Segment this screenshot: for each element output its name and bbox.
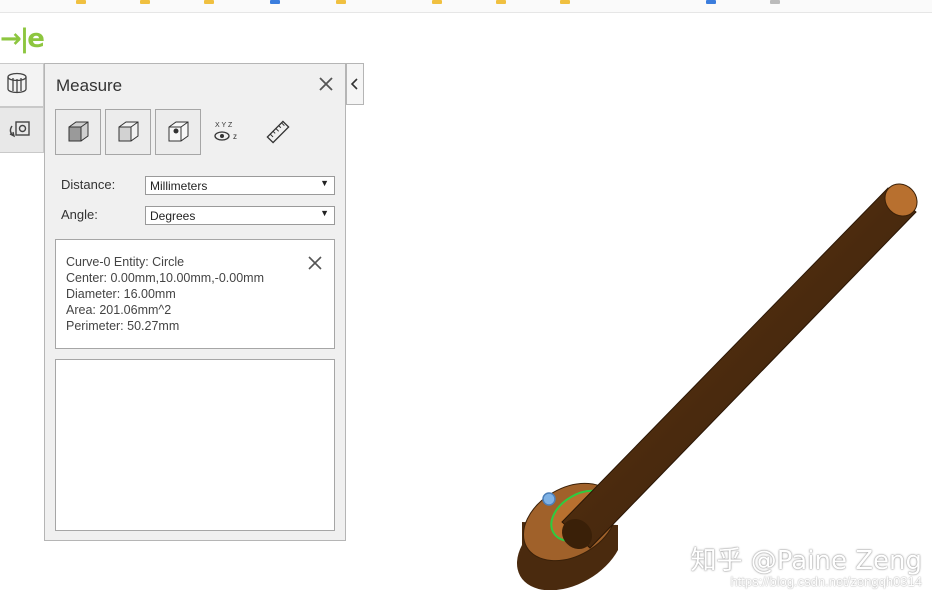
result-center: Center: 0.00mm,10.00mm,-0.00mm <box>66 271 264 285</box>
ruler-icon <box>266 120 290 144</box>
result-entity: Curve-0 Entity: Circle <box>66 255 185 269</box>
bookmark-bar <box>0 0 932 13</box>
bookmark-icon[interactable] <box>496 0 506 4</box>
measure-history-box <box>55 359 335 531</box>
bookmark-icon[interactable] <box>706 0 716 4</box>
angle-unit-value: Degrees <box>150 209 196 223</box>
measure-point-marker[interactable] <box>542 492 556 506</box>
app-logo: →|e <box>0 24 45 54</box>
result-area: Area: 201.06mm^2 <box>66 303 172 317</box>
show-xyz-button[interactable]: X Y Z z <box>205 109 251 155</box>
bookmark-icon[interactable] <box>432 0 442 4</box>
ruler-button[interactable] <box>255 109 301 155</box>
distance-label: Distance: <box>61 177 116 192</box>
bookmark-icon[interactable] <box>76 0 86 4</box>
measure-face-button[interactable] <box>105 109 151 155</box>
close-icon[interactable] <box>318 76 334 92</box>
result-diameter: Diameter: 16.00mm <box>66 287 176 301</box>
distance-unit-select[interactable]: Millimeters ▼ <box>145 176 335 195</box>
angle-unit-select[interactable]: Degrees ▼ <box>145 206 335 225</box>
dropdown-arrow-icon: ▼ <box>320 178 329 188</box>
clear-result-icon[interactable] <box>308 256 322 275</box>
collapse-panel-button[interactable] <box>346 63 364 105</box>
views-tab[interactable] <box>0 107 44 153</box>
bookmark-icon[interactable] <box>560 0 570 4</box>
angle-label: Angle: <box>61 207 98 222</box>
bookmark-icon[interactable] <box>336 0 346 4</box>
panel-title: Measure <box>56 76 123 95</box>
measure-vertex-button[interactable] <box>155 109 201 155</box>
watermark-url: https://blog.csdn.net/zengqh0314 <box>730 574 922 589</box>
bookmark-icon[interactable] <box>140 0 150 4</box>
camera-views-icon <box>9 121 30 138</box>
distance-unit-value: Millimeters <box>150 179 208 193</box>
tree-icon <box>7 72 27 94</box>
cube-solid-icon <box>68 121 89 142</box>
show-xyz-icon: X Y Z z <box>214 122 237 141</box>
svg-text:X Y Z: X Y Z <box>215 122 233 129</box>
bookmark-icon[interactable] <box>204 0 214 4</box>
cube-vertex-icon <box>168 121 189 142</box>
cube-wire-icon <box>118 121 139 142</box>
watermark-author: 知乎 @Paine Zeng <box>690 546 922 576</box>
shaft[interactable] <box>561 187 917 549</box>
dropdown-arrow-icon: ▼ <box>320 208 329 218</box>
bookmark-icon[interactable] <box>270 0 280 4</box>
svg-text:z: z <box>233 132 237 141</box>
measure-solid-button[interactable] <box>55 109 101 155</box>
model-tree-tab[interactable] <box>0 63 44 107</box>
bookmark-icon[interactable] <box>770 0 780 4</box>
model-viewport[interactable] <box>500 170 932 590</box>
measure-panel: Measure X Y Z z Distance: Millimeters ▼ … <box>44 63 346 541</box>
result-perimeter: Perimeter: 50.27mm <box>66 319 180 333</box>
measure-result-box: Curve-0 Entity: Circle Center: 0.00mm,10… <box>55 239 335 349</box>
chevron-left-icon <box>350 78 358 90</box>
